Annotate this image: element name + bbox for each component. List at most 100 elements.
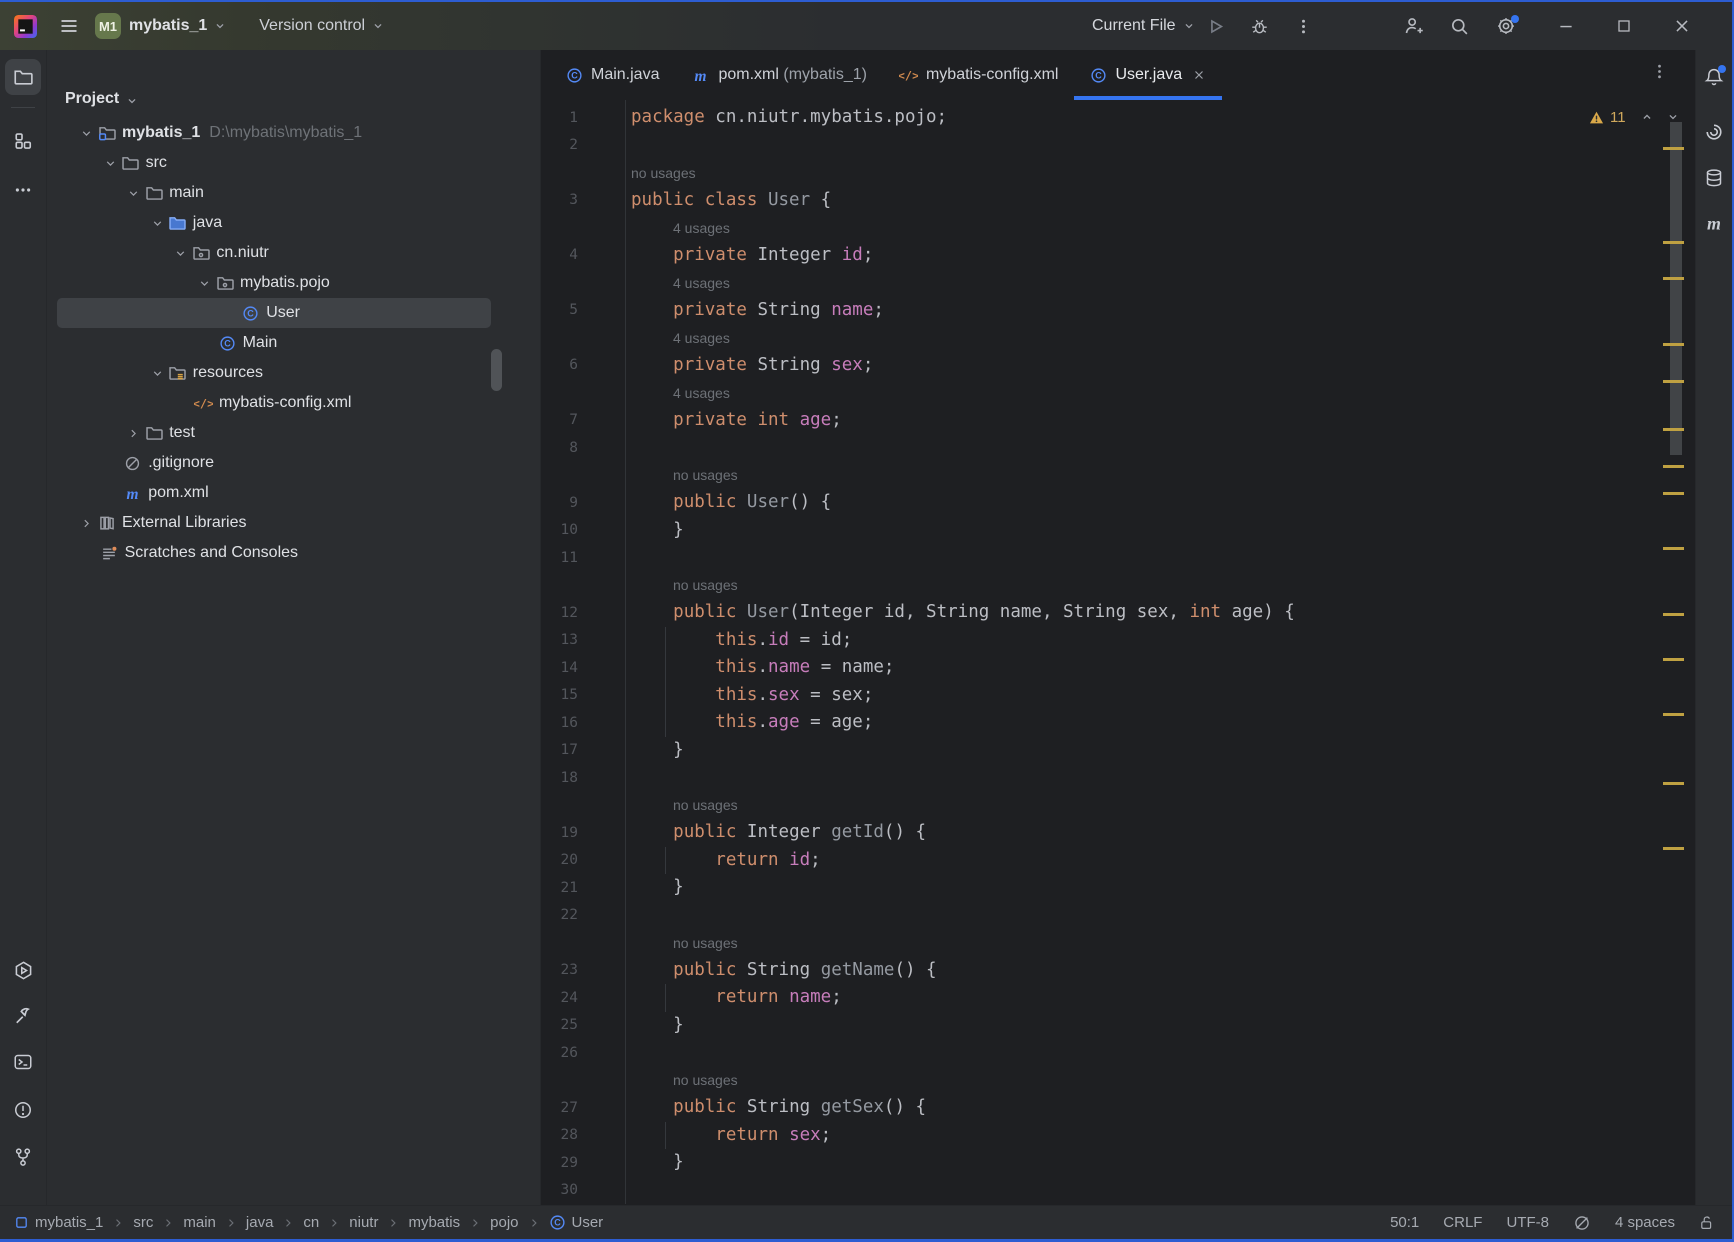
tree-item-java[interactable]: java [57, 208, 491, 238]
line-number[interactable]: 21 [541, 880, 578, 896]
tree-item-test[interactable]: test [57, 418, 491, 448]
code-line[interactable]: 5 private String name; [541, 297, 1696, 325]
tree-item-mybatis-1[interactable]: mybatis_1D:\mybatis\mybatis_1 [57, 118, 491, 148]
code-line[interactable]: 7 private int age; [541, 407, 1696, 435]
breadcrumb-item-niutr[interactable]: niutr [349, 1214, 378, 1231]
structure-tool-button[interactable] [5, 123, 41, 159]
line-number[interactable]: 1 [541, 110, 578, 126]
line-number[interactable]: 8 [541, 440, 578, 456]
line-number[interactable]: 11 [541, 550, 578, 566]
line-number[interactable]: 6 [541, 357, 578, 373]
tree-toggle-chevron-icon[interactable] [194, 276, 215, 291]
tab-main-java[interactable]: CMain.java [550, 50, 675, 100]
usage-inlay-hint[interactable]: no usages [541, 462, 1696, 490]
warning-stripe-mark[interactable] [1663, 241, 1684, 244]
line-number[interactable]: 28 [541, 1127, 578, 1143]
version-control-tool-button[interactable] [5, 1139, 41, 1175]
line-number[interactable]: 13 [541, 632, 578, 648]
project-tool-button[interactable] [5, 59, 41, 95]
line-number[interactable]: 5 [541, 302, 578, 318]
usage-inlay-hint[interactable]: 4 usages [541, 324, 1696, 352]
database-button[interactable] [1698, 162, 1730, 194]
warning-stripe-mark[interactable] [1663, 492, 1684, 495]
warning-stripe-mark[interactable] [1663, 465, 1684, 468]
warning-stripe-mark[interactable] [1663, 782, 1684, 785]
warning-stripe-mark[interactable] [1663, 147, 1684, 150]
tree-item-resources[interactable]: resources [57, 358, 491, 388]
code-line[interactable]: 19 public Integer getId() { [541, 819, 1696, 847]
tree-item-main[interactable]: CMain [57, 328, 491, 358]
line-number[interactable]: 17 [541, 742, 578, 758]
tree-scrollbar[interactable] [491, 349, 502, 391]
code-line[interactable]: 12 public User(Integer id, String name, … [541, 599, 1696, 627]
tree-toggle-chevron-icon[interactable] [100, 156, 121, 171]
line-number[interactable]: 12 [541, 605, 578, 621]
breadcrumb-item-src[interactable]: src [133, 1214, 153, 1231]
main-menu-button[interactable] [55, 12, 83, 40]
line-number[interactable]: 15 [541, 687, 578, 703]
breadcrumb-item-main[interactable]: main [183, 1214, 216, 1231]
tree-toggle-chevron-icon[interactable] [123, 426, 144, 441]
run-button[interactable] [1204, 14, 1228, 38]
tree-item-mybatis-pojo[interactable]: mybatis.pojo [57, 268, 491, 298]
usage-inlay-hint[interactable]: 4 usages [541, 269, 1696, 297]
ai-assistant-button[interactable] [1698, 116, 1730, 148]
line-number[interactable]: 16 [541, 715, 578, 731]
code-line[interactable]: 24 return name; [541, 984, 1696, 1012]
code-line[interactable]: 25 } [541, 1012, 1696, 1040]
warning-stripe-mark[interactable] [1663, 277, 1684, 280]
code-editor[interactable]: 1package cn.niutr.mybatis.pojo;2no usage… [541, 100, 1696, 1206]
line-number[interactable]: 19 [541, 825, 578, 841]
line-number[interactable]: 10 [541, 522, 578, 538]
line-number[interactable]: 4 [541, 247, 578, 263]
tab-mybatis-config-xml[interactable]: </>mybatis-config.xml [883, 50, 1074, 100]
warning-stripe-mark[interactable] [1663, 428, 1684, 431]
line-number[interactable]: 26 [541, 1045, 578, 1061]
usage-inlay-hint[interactable]: no usages [541, 929, 1696, 957]
code-line[interactable]: 13 this.id = id; [541, 627, 1696, 655]
lock-open-icon[interactable] [1699, 1215, 1715, 1231]
window-maximize-button[interactable] [1612, 14, 1636, 38]
usage-inlay-hint[interactable]: no usages [541, 792, 1696, 820]
breadcrumb-item-java[interactable]: java [246, 1214, 274, 1231]
code-line[interactable]: 4 private Integer id; [541, 242, 1696, 270]
breadcrumb-item-cn[interactable]: cn [303, 1214, 319, 1231]
maven-button[interactable]: m [1698, 208, 1730, 240]
line-number[interactable]: 14 [541, 660, 578, 676]
encoding-widget[interactable]: UTF-8 [1506, 1214, 1549, 1231]
code-line[interactable]: 11 [541, 544, 1696, 572]
breadcrumb-item-user[interactable]: CUser [549, 1214, 604, 1231]
project-panel-header[interactable]: Project [47, 50, 540, 118]
more-tool-windows-button[interactable] [5, 172, 41, 208]
indent-widget[interactable]: 4 spaces [1615, 1214, 1675, 1231]
inspections-highlight-icon[interactable] [1573, 1214, 1591, 1232]
code-line[interactable]: 26 [541, 1039, 1696, 1067]
usage-inlay-hint[interactable]: no usages [541, 159, 1696, 187]
caret-position-widget[interactable]: 50:1 [1390, 1214, 1419, 1231]
breadcrumb-item-mybatis-1[interactable]: mybatis_1 [14, 1214, 103, 1231]
line-number[interactable]: 3 [541, 192, 578, 208]
tab-user-java[interactable]: CUser.java [1074, 50, 1222, 100]
build-tool-button[interactable] [5, 998, 41, 1034]
editor-scrollbar[interactable] [1670, 122, 1682, 455]
search-everywhere-button[interactable] [1448, 14, 1472, 38]
tree-item-scratches-and-consoles[interactable]: Scratches and Consoles [57, 538, 491, 568]
line-separator-widget[interactable]: CRLF [1443, 1214, 1482, 1231]
code-line[interactable]: 1package cn.niutr.mybatis.pojo; [541, 104, 1696, 132]
tab-pom-xml[interactable]: mpom.xml (mybatis_1) [675, 50, 882, 100]
warning-stripe-mark[interactable] [1663, 380, 1684, 383]
line-number[interactable]: 24 [541, 990, 578, 1006]
code-line[interactable]: 20 return id; [541, 847, 1696, 875]
tree-item-main[interactable]: main [57, 178, 491, 208]
tree-item-cn-niutr[interactable]: cn.niutr [57, 238, 491, 268]
run-configuration-selector[interactable]: Current File [1080, 17, 1196, 35]
line-number[interactable]: 27 [541, 1100, 578, 1116]
code-line[interactable]: 22 [541, 902, 1696, 930]
code-line[interactable]: 23 public String getName() { [541, 957, 1696, 985]
code-line[interactable]: 30 [541, 1177, 1696, 1205]
tree-toggle-chevron-icon[interactable] [147, 366, 168, 381]
code-line[interactable]: 17 } [541, 737, 1696, 765]
settings-gear-icon[interactable] [1494, 14, 1518, 38]
line-number[interactable]: 18 [541, 770, 578, 786]
tree-toggle-chevron-icon[interactable] [170, 246, 191, 261]
